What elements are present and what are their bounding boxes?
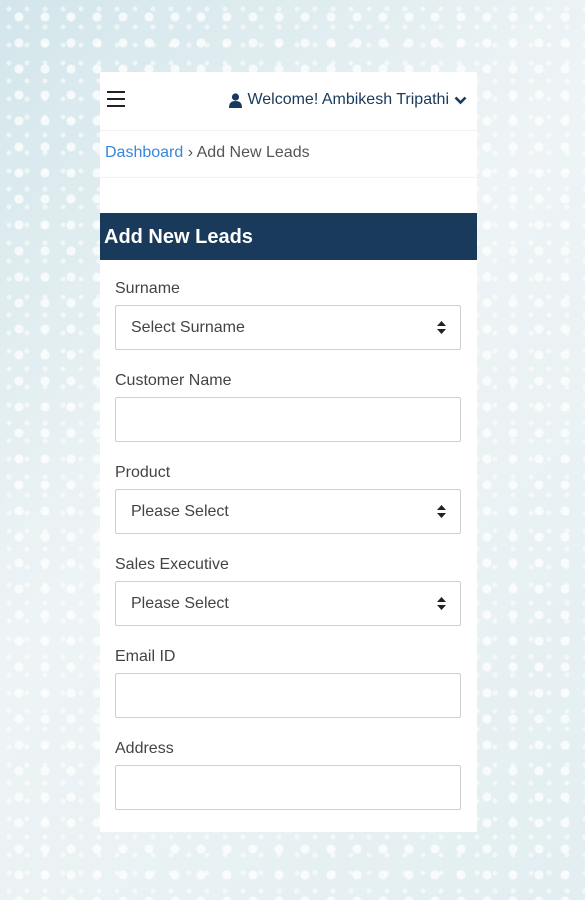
select-arrows-icon <box>437 505 446 518</box>
breadcrumb: Dashboard › Add New Leads <box>105 144 310 162</box>
surname-select-value: Select Surname <box>131 319 245 336</box>
customer-name-field: Customer Name <box>115 372 461 442</box>
breadcrumb-dashboard-link[interactable]: Dashboard <box>105 144 183 161</box>
breadcrumb-current: Add New Leads <box>196 144 310 161</box>
breadcrumb-separator: › <box>187 144 194 161</box>
sales-executive-select[interactable]: Please Select <box>115 581 461 626</box>
address-field: Address <box>115 740 461 810</box>
email-input[interactable] <box>115 673 461 718</box>
product-label: Product <box>115 464 171 481</box>
user-menu[interactable]: Welcome! Ambikesh Tripathi <box>229 91 467 109</box>
sales-executive-select-value: Please Select <box>131 595 229 612</box>
sales-executive-label: Sales Executive <box>115 556 229 573</box>
app-panel: Welcome! Ambikesh Tripathi Dashboard › A… <box>100 72 477 832</box>
email-field: Email ID <box>115 648 461 718</box>
select-arrows-icon <box>437 321 446 334</box>
user-icon <box>229 92 243 108</box>
surname-label: Surname <box>115 280 180 297</box>
customer-name-label: Customer Name <box>115 372 232 389</box>
welcome-text: Welcome! Ambikesh Tripathi <box>247 91 449 108</box>
email-label: Email ID <box>115 648 176 665</box>
product-select-value: Please Select <box>131 503 229 520</box>
surname-select[interactable]: Select Surname <box>115 305 461 350</box>
address-label: Address <box>115 740 174 757</box>
chevron-down-icon <box>454 96 467 104</box>
select-arrows-icon <box>437 597 446 610</box>
product-select[interactable]: Please Select <box>115 489 461 534</box>
hamburger-menu-icon[interactable] <box>107 91 125 107</box>
lead-form: Surname Select Surname Customer Name Pro… <box>115 280 461 832</box>
form-title: Add New Leads <box>100 213 477 260</box>
address-input[interactable] <box>115 765 461 810</box>
surname-field: Surname Select Surname <box>115 280 461 350</box>
sales-executive-field: Sales Executive Please Select <box>115 556 461 626</box>
top-bar: Welcome! Ambikesh Tripathi <box>100 72 477 131</box>
product-field: Product Please Select <box>115 464 461 534</box>
customer-name-input[interactable] <box>115 397 461 442</box>
